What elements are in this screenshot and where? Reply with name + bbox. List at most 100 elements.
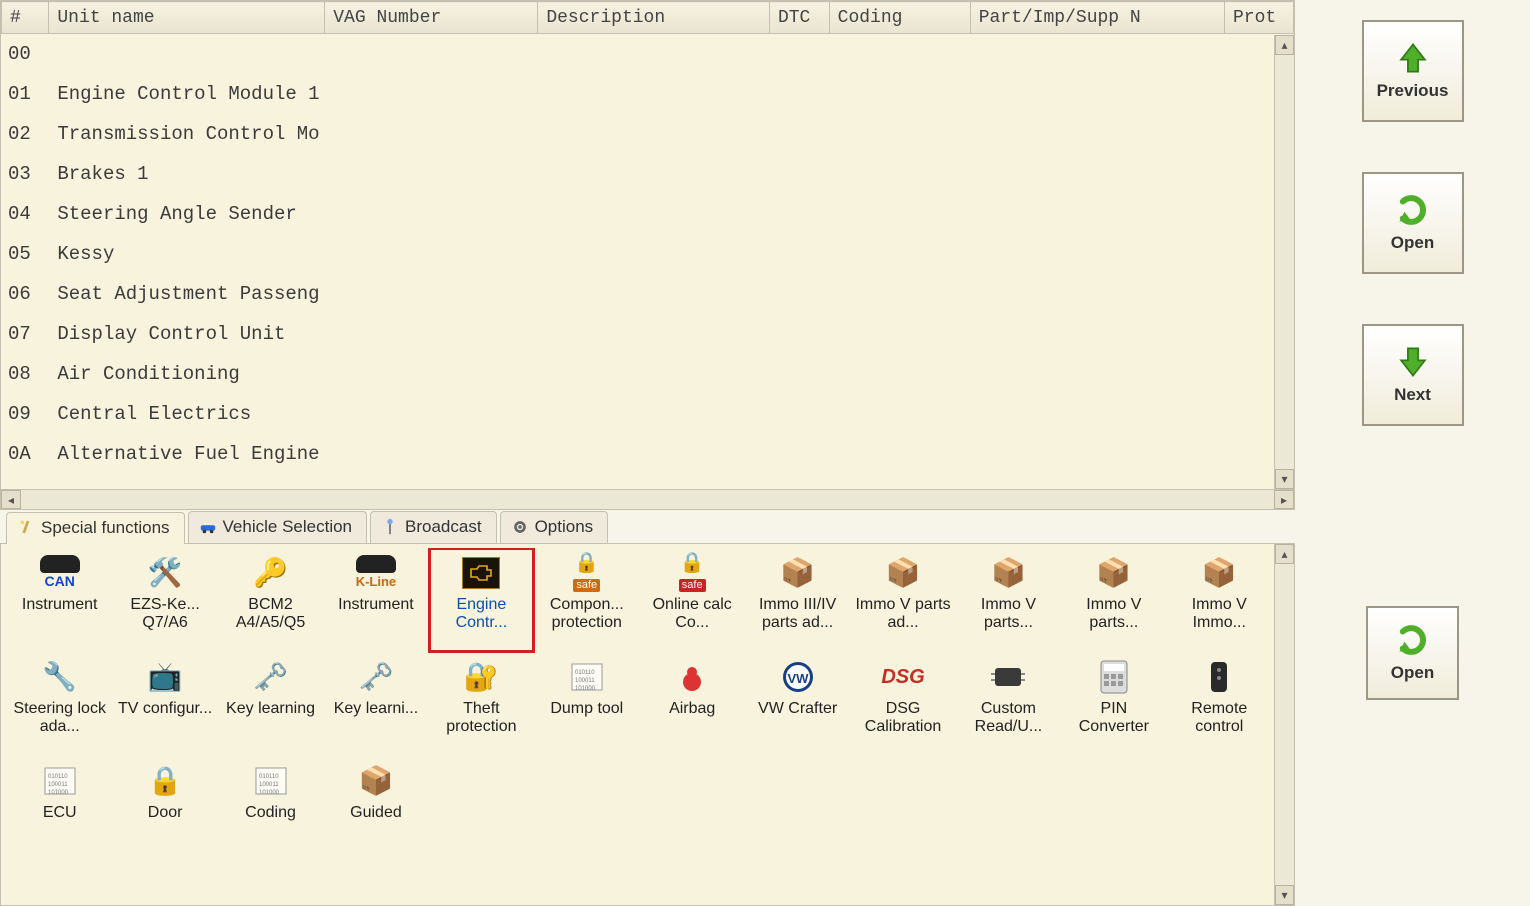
next-label: Next	[1394, 385, 1431, 405]
col-header-index[interactable]: #	[2, 2, 49, 34]
col-header-vag-number[interactable]: VAG Number	[325, 2, 538, 34]
col-header-coding[interactable]: Coding	[829, 2, 970, 34]
function-immo-iii-iv-parts-ad[interactable]: 📦Immo III/IV parts ad...	[745, 548, 850, 652]
key-icon: 🔑	[248, 554, 294, 592]
hex-icon: 010110 100011 101000	[37, 762, 83, 800]
row-cell	[829, 434, 970, 474]
tv-icon: 📺	[142, 658, 188, 696]
row-cell	[970, 314, 1224, 354]
function-label: Immo V Immo...	[1169, 596, 1269, 632]
table-row[interactable]: 01Engine Control Module 1	[2, 74, 1294, 114]
function-key-learni[interactable]: 🗝️Key learni...	[323, 652, 428, 756]
function-door[interactable]: 🔒Door	[112, 756, 217, 860]
function-vw-crafter[interactable]: VWVW Crafter	[745, 652, 850, 756]
next-button[interactable]: Next	[1362, 324, 1464, 426]
function-ecu[interactable]: 010110100011101000ECU	[7, 756, 112, 860]
table-row[interactable]: 04Steering Angle Sender	[2, 194, 1294, 234]
airbag-icon	[669, 658, 715, 696]
open-function-button[interactable]: Open	[1366, 606, 1459, 700]
tab-special-functions[interactable]: Special functions	[6, 512, 185, 544]
table-row[interactable]: 02Transmission Control Mo...	[2, 114, 1294, 154]
function-label: Online calc Co...	[642, 596, 742, 632]
function-key-learning[interactable]: 🗝️Key learning	[218, 652, 323, 756]
grid-vertical-scrollbar[interactable]: ▴ ▾	[1274, 544, 1294, 905]
tab-vehicle-selection[interactable]: Vehicle Selection	[188, 511, 367, 543]
table-row[interactable]: 07Display Control Unit	[2, 314, 1294, 354]
function-pin-converter[interactable]: PIN Converter	[1061, 652, 1166, 756]
scroll-left-icon[interactable]: ◂	[1, 490, 21, 509]
function-immo-v-parts[interactable]: 📦Immo V parts...	[956, 548, 1061, 652]
function-immo-v-immo[interactable]: 📦Immo V Immo...	[1167, 548, 1272, 652]
table-row[interactable]: 06Seat Adjustment Passeng...	[2, 274, 1294, 314]
table-row[interactable]: 00	[2, 34, 1294, 75]
function-coding[interactable]: 010110100011101000Coding	[218, 756, 323, 860]
col-header-dtc[interactable]: DTC	[769, 2, 829, 34]
col-header-prot[interactable]: Prot	[1224, 2, 1293, 34]
unit-table[interactable]: # Unit name VAG Number Description DTC C…	[1, 1, 1294, 474]
open-button[interactable]: Open	[1362, 172, 1464, 274]
row-cell	[538, 114, 770, 154]
function-guided[interactable]: 📦Guided	[323, 756, 428, 860]
box-icon: 📦	[880, 554, 926, 592]
function-label: Compon... protection	[537, 596, 637, 632]
scroll-up-icon[interactable]: ▴	[1275, 544, 1294, 564]
row-cell	[970, 354, 1224, 394]
function-instrument[interactable]: K-LineInstrument	[323, 548, 428, 652]
function-tv-configur[interactable]: 📺TV configur...	[112, 652, 217, 756]
tab-options[interactable]: Options	[500, 511, 609, 543]
previous-button[interactable]: Previous	[1362, 20, 1464, 122]
table-vertical-scrollbar[interactable]: ▴ ▾	[1274, 35, 1294, 489]
function-label: Door	[148, 804, 183, 822]
row-cell	[325, 74, 538, 114]
table-row[interactable]: 0AAlternative Fuel Engine	[2, 434, 1294, 474]
function-label: Coding	[245, 804, 296, 822]
svg-text:100011: 100011	[48, 782, 68, 788]
scroll-up-icon[interactable]: ▴	[1275, 35, 1294, 55]
table-row[interactable]: 09Central Electrics	[2, 394, 1294, 434]
car-icon	[199, 518, 217, 536]
function-engine-contr[interactable]: Engine Contr...	[429, 548, 534, 652]
function-custom-read-u[interactable]: Custom Read/U...	[956, 652, 1061, 756]
scroll-down-icon[interactable]: ▾	[1275, 469, 1294, 489]
vw-icon: VW	[775, 658, 821, 696]
col-header-description[interactable]: Description	[538, 2, 770, 34]
table-row[interactable]: 03Brakes 1	[2, 154, 1294, 194]
function-theft-protection[interactable]: 🔐Theft protection	[429, 652, 534, 756]
col-header-part[interactable]: Part/Imp/Supp N	[970, 2, 1224, 34]
function-instrument[interactable]: CANInstrument	[7, 548, 112, 652]
function-remote-control[interactable]: Remote control	[1167, 652, 1272, 756]
function-ezs-ke-q7-a6[interactable]: 🛠️EZS-Ke... Q7/A6	[112, 548, 217, 652]
function-airbag[interactable]: Airbag	[639, 652, 744, 756]
row-cell	[325, 194, 538, 234]
row-cell	[829, 74, 970, 114]
box-icon: 📦	[1091, 554, 1137, 592]
function-immo-v-parts-ad[interactable]: 📦Immo V parts ad...	[850, 548, 955, 652]
function-label: Guided	[350, 804, 402, 822]
table-row[interactable]: 08Air Conditioning	[2, 354, 1294, 394]
row-cell	[769, 314, 829, 354]
svg-text:101000: 101000	[48, 790, 69, 796]
row-cell	[970, 194, 1224, 234]
col-header-unit-name[interactable]: Unit name	[49, 2, 325, 34]
row-cell	[970, 234, 1224, 274]
function-steering-lock-ada[interactable]: 🔧Steering lock ada...	[7, 652, 112, 756]
scroll-right-icon[interactable]: ▸	[1274, 490, 1294, 509]
row-cell	[538, 74, 770, 114]
function-bcm2-a4-a5-q5[interactable]: 🔑BCM2 A4/A5/Q5	[218, 548, 323, 652]
row-cell	[970, 34, 1224, 75]
table-horizontal-scrollbar[interactable]: ◂ ▸	[1, 489, 1294, 509]
open-arrow-icon	[1396, 193, 1430, 227]
row-index: 07	[2, 314, 49, 354]
tab-broadcast[interactable]: Broadcast	[370, 511, 497, 543]
table-row[interactable]: 05Kessy	[2, 234, 1294, 274]
function-compon-protection[interactable]: 🔒safeCompon... protection	[534, 548, 639, 652]
function-online-calc-co[interactable]: 🔒safeOnline calc Co...	[639, 548, 744, 652]
svg-text:010110: 010110	[48, 774, 68, 780]
function-dsg-calibration[interactable]: DSGDSG Calibration	[850, 652, 955, 756]
function-label: DSG Calibration	[853, 700, 953, 736]
function-immo-v-parts[interactable]: 📦Immo V parts...	[1061, 548, 1166, 652]
row-unit-name: Transmission Control Mo...	[49, 114, 325, 154]
scroll-down-icon[interactable]: ▾	[1275, 885, 1294, 905]
right-sidebar: Previous Open Next Open	[1295, 0, 1530, 906]
function-dump-tool[interactable]: 010110100011101000Dump tool	[534, 652, 639, 756]
